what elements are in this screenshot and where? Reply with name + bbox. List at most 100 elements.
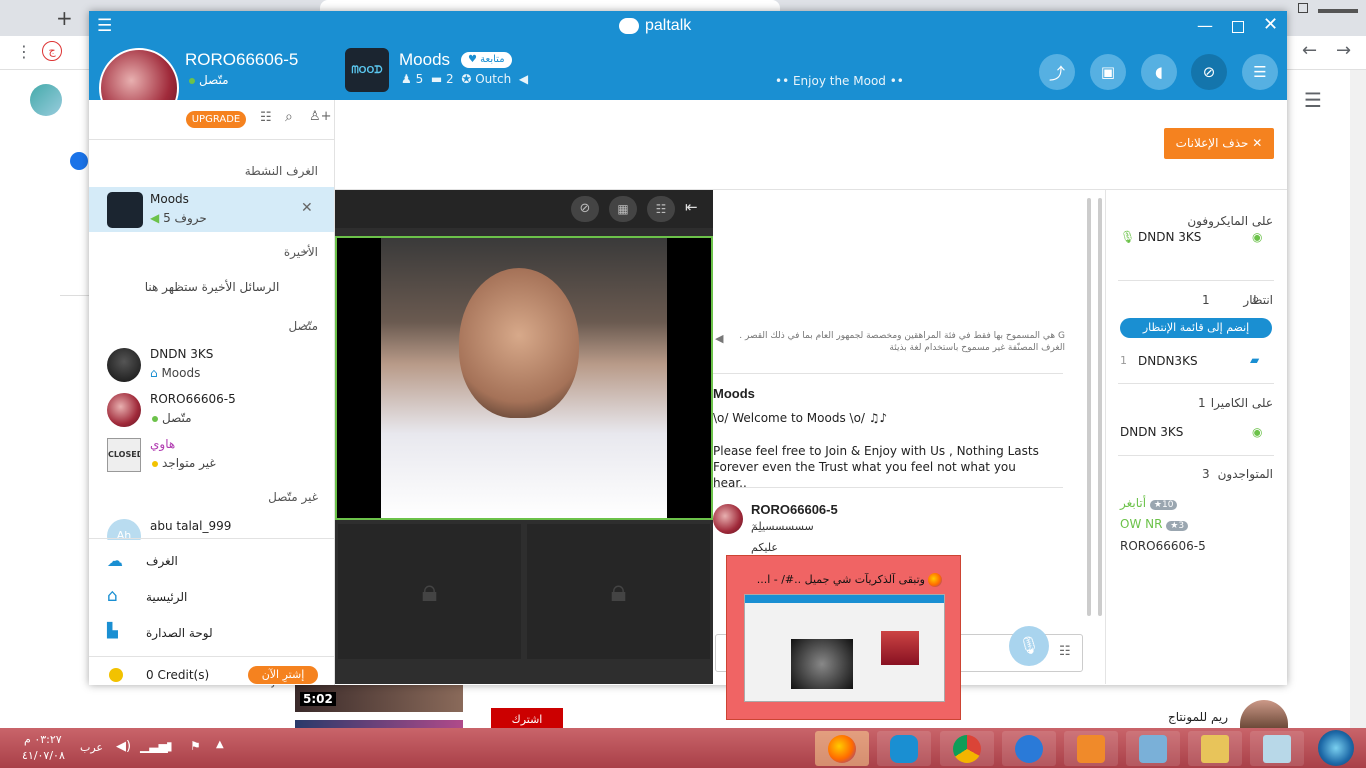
minimize-window-icon[interactable]: [1318, 9, 1358, 13]
bg-channel-avatar[interactable]: [1240, 700, 1288, 730]
forward-arrow-icon[interactable]: →: [1336, 40, 1351, 61]
taskbar-paltalk[interactable]: [877, 731, 931, 766]
present-user[interactable]: OW NR ★3: [1120, 517, 1189, 531]
taskbar-date[interactable]: ٤١/٠٧/٠٨: [22, 749, 65, 762]
start-button[interactable]: [1318, 730, 1354, 766]
notice-line-1: G هي المسموح بها فقط في فئة المراهقين وم…: [739, 331, 1065, 341]
online-dot: [189, 77, 195, 84]
layout-button[interactable]: ▦: [609, 196, 637, 222]
thumb-video: [791, 639, 853, 689]
users-scrollbar[interactable]: [1098, 198, 1102, 616]
message-author[interactable]: RORO66606-5: [751, 502, 838, 517]
new-tab-icon[interactable]: +: [56, 6, 73, 30]
maximize-icon[interactable]: [1232, 21, 1244, 33]
folder-icon: [1201, 734, 1229, 763]
show-hidden-icons[interactable]: ▲: [216, 739, 224, 750]
wait-user[interactable]: DNDN3KS: [1138, 354, 1198, 368]
cam-toggle-button[interactable]: ⊘: [571, 196, 599, 222]
volume-icon: ◀: [150, 211, 160, 225]
add-contact-icon[interactable]: ♙+: [309, 109, 332, 124]
network-tray-icon[interactable]: ▁▃▅: [140, 739, 168, 753]
back-arrow-icon[interactable]: ←: [1302, 40, 1317, 61]
contact-row[interactable]: RORO66606-5 متّصل: [89, 390, 335, 430]
nav-leaderboard[interactable]: ▙ لوحة الصدارة: [89, 617, 335, 651]
chat-scrollbar[interactable]: [1087, 198, 1091, 616]
camera-off-button[interactable]: ⊘: [1191, 54, 1227, 90]
present-user[interactable]: أتابغر ★10: [1120, 496, 1178, 510]
taskbar-notepad[interactable]: [1250, 731, 1304, 766]
minimize-icon[interactable]: —: [1197, 16, 1213, 35]
microphone-icon: 🎙︎: [1018, 636, 1040, 656]
recent-chevron-icon[interactable]: ⌄: [301, 242, 311, 256]
leave-room-icon[interactable]: ✕: [301, 200, 313, 216]
taskbar-media[interactable]: [1064, 731, 1118, 766]
present-user-name: RORO66606-5: [1120, 539, 1206, 553]
taskbar-explorer[interactable]: [1188, 731, 1242, 766]
taskbar-ie[interactable]: [1002, 731, 1056, 766]
share-button[interactable]: ⤴: [1039, 54, 1075, 90]
online-chevron-icon[interactable]: ⌄: [301, 316, 311, 330]
main-video-frame[interactable]: [335, 236, 713, 520]
volume-button[interactable]: ◖: [1141, 54, 1177, 90]
cam-section-title: على الكاميرا: [1210, 396, 1273, 410]
contact-name: abu talal_999: [150, 519, 232, 533]
filter-icon[interactable]: ☷: [260, 110, 272, 125]
contact-row[interactable]: DNDN 3KS ⌂ Moods: [89, 345, 335, 385]
bg-blue-dot: [70, 152, 88, 170]
gift-button[interactable]: ▣: [1090, 54, 1126, 90]
taskbar-firefox[interactable]: [815, 731, 869, 766]
nav-home-label: الرئيسية: [146, 590, 188, 604]
contact-row[interactable]: Ah abu talal_999: [89, 512, 335, 540]
flag-tray-icon[interactable]: ⚑: [190, 739, 201, 753]
close-icon[interactable]: ✕: [1263, 14, 1278, 35]
category-icon: ✪: [461, 72, 472, 86]
browser-menu-icon[interactable]: ⋮: [16, 42, 32, 61]
active-room-item[interactable]: Moods ◀ 5 حروف ✕: [89, 187, 334, 232]
buy-credits-button[interactable]: إشترِ الآن: [248, 666, 318, 684]
active-room-sub: ◀ 5 حروف: [150, 211, 207, 225]
app-menu-icon[interactable]: ☰: [97, 16, 112, 36]
remove-ads-button[interactable]: حذف الإعلانات ✕: [1164, 128, 1274, 159]
wait-title-label: انتظار: [1243, 293, 1273, 307]
bg-hamburger-icon[interactable]: ☰: [1304, 88, 1322, 112]
popup-thumbnail[interactable]: [744, 594, 945, 702]
taskbar-language[interactable]: عرب: [80, 741, 103, 754]
site-badge-icon[interactable]: ج: [42, 41, 62, 61]
present-user[interactable]: RORO66606-5: [1120, 539, 1206, 553]
contact-avatar: [107, 348, 141, 382]
chat-divider: [713, 373, 1063, 374]
join-wait-button[interactable]: إنضم إلى قائمة الإنتظار: [1120, 318, 1272, 338]
user-name[interactable]: RORO66606-5: [185, 50, 298, 70]
restore-window-icon[interactable]: [1298, 3, 1308, 13]
speaker-icon: ◖: [1155, 63, 1163, 81]
collapse-video-icon[interactable]: ⇤: [685, 198, 698, 216]
taskbar-time[interactable]: ٠٣:٢٧ م: [24, 733, 62, 746]
sidebar: UPGRADE ☷ ⌕ ♙+ الغرف النشطة Moods ◀ 5 حر…: [89, 100, 335, 685]
eye-icon[interactable]: ◉: [1252, 425, 1262, 439]
taskbar-preview-popup[interactable]: وتبقى آلذكريآت شي جميل ..#/ - ا...: [726, 555, 961, 720]
taskbar-control-panel[interactable]: [1126, 731, 1180, 766]
message-avatar[interactable]: [713, 504, 743, 534]
search-icon[interactable]: ⌕: [285, 109, 293, 125]
battery-tray-icon[interactable]: ▮: [166, 739, 173, 753]
room-menu-button[interactable]: ☰: [1242, 54, 1278, 90]
mic-user[interactable]: DNDN 3KS: [1138, 230, 1201, 244]
volume-tray-icon[interactable]: ◀): [116, 739, 131, 754]
nav-rooms-label: الغرف: [146, 554, 178, 568]
video-settings-button[interactable]: ☷: [647, 196, 675, 222]
active-room-sub-text: 5 حروف: [163, 211, 207, 225]
chat-settings-icon[interactable]: ☷: [1059, 644, 1071, 659]
upgrade-button[interactable]: UPGRADE: [186, 111, 246, 128]
nav-rooms[interactable]: ☁ الغرف: [89, 545, 335, 579]
eye-icon[interactable]: ◉: [1252, 230, 1262, 244]
bg-channel-name[interactable]: ريم للمونتاج: [1168, 710, 1228, 724]
bg-scrollbar[interactable]: [1350, 70, 1366, 730]
taskbar-chrome[interactable]: [940, 731, 994, 766]
announce-icon: ◀: [518, 72, 529, 86]
cam-user[interactable]: DNDN 3KS: [1120, 425, 1183, 439]
nav-home[interactable]: ⌂ الرئيسية: [89, 581, 335, 615]
camera-icon: ▬: [430, 72, 443, 86]
contact-row[interactable]: CLOSED هاوي غير متواجد: [89, 435, 335, 475]
follow-button[interactable]: ♥ متابعة: [461, 52, 512, 68]
mic-button[interactable]: 🎙︎: [1009, 626, 1049, 666]
